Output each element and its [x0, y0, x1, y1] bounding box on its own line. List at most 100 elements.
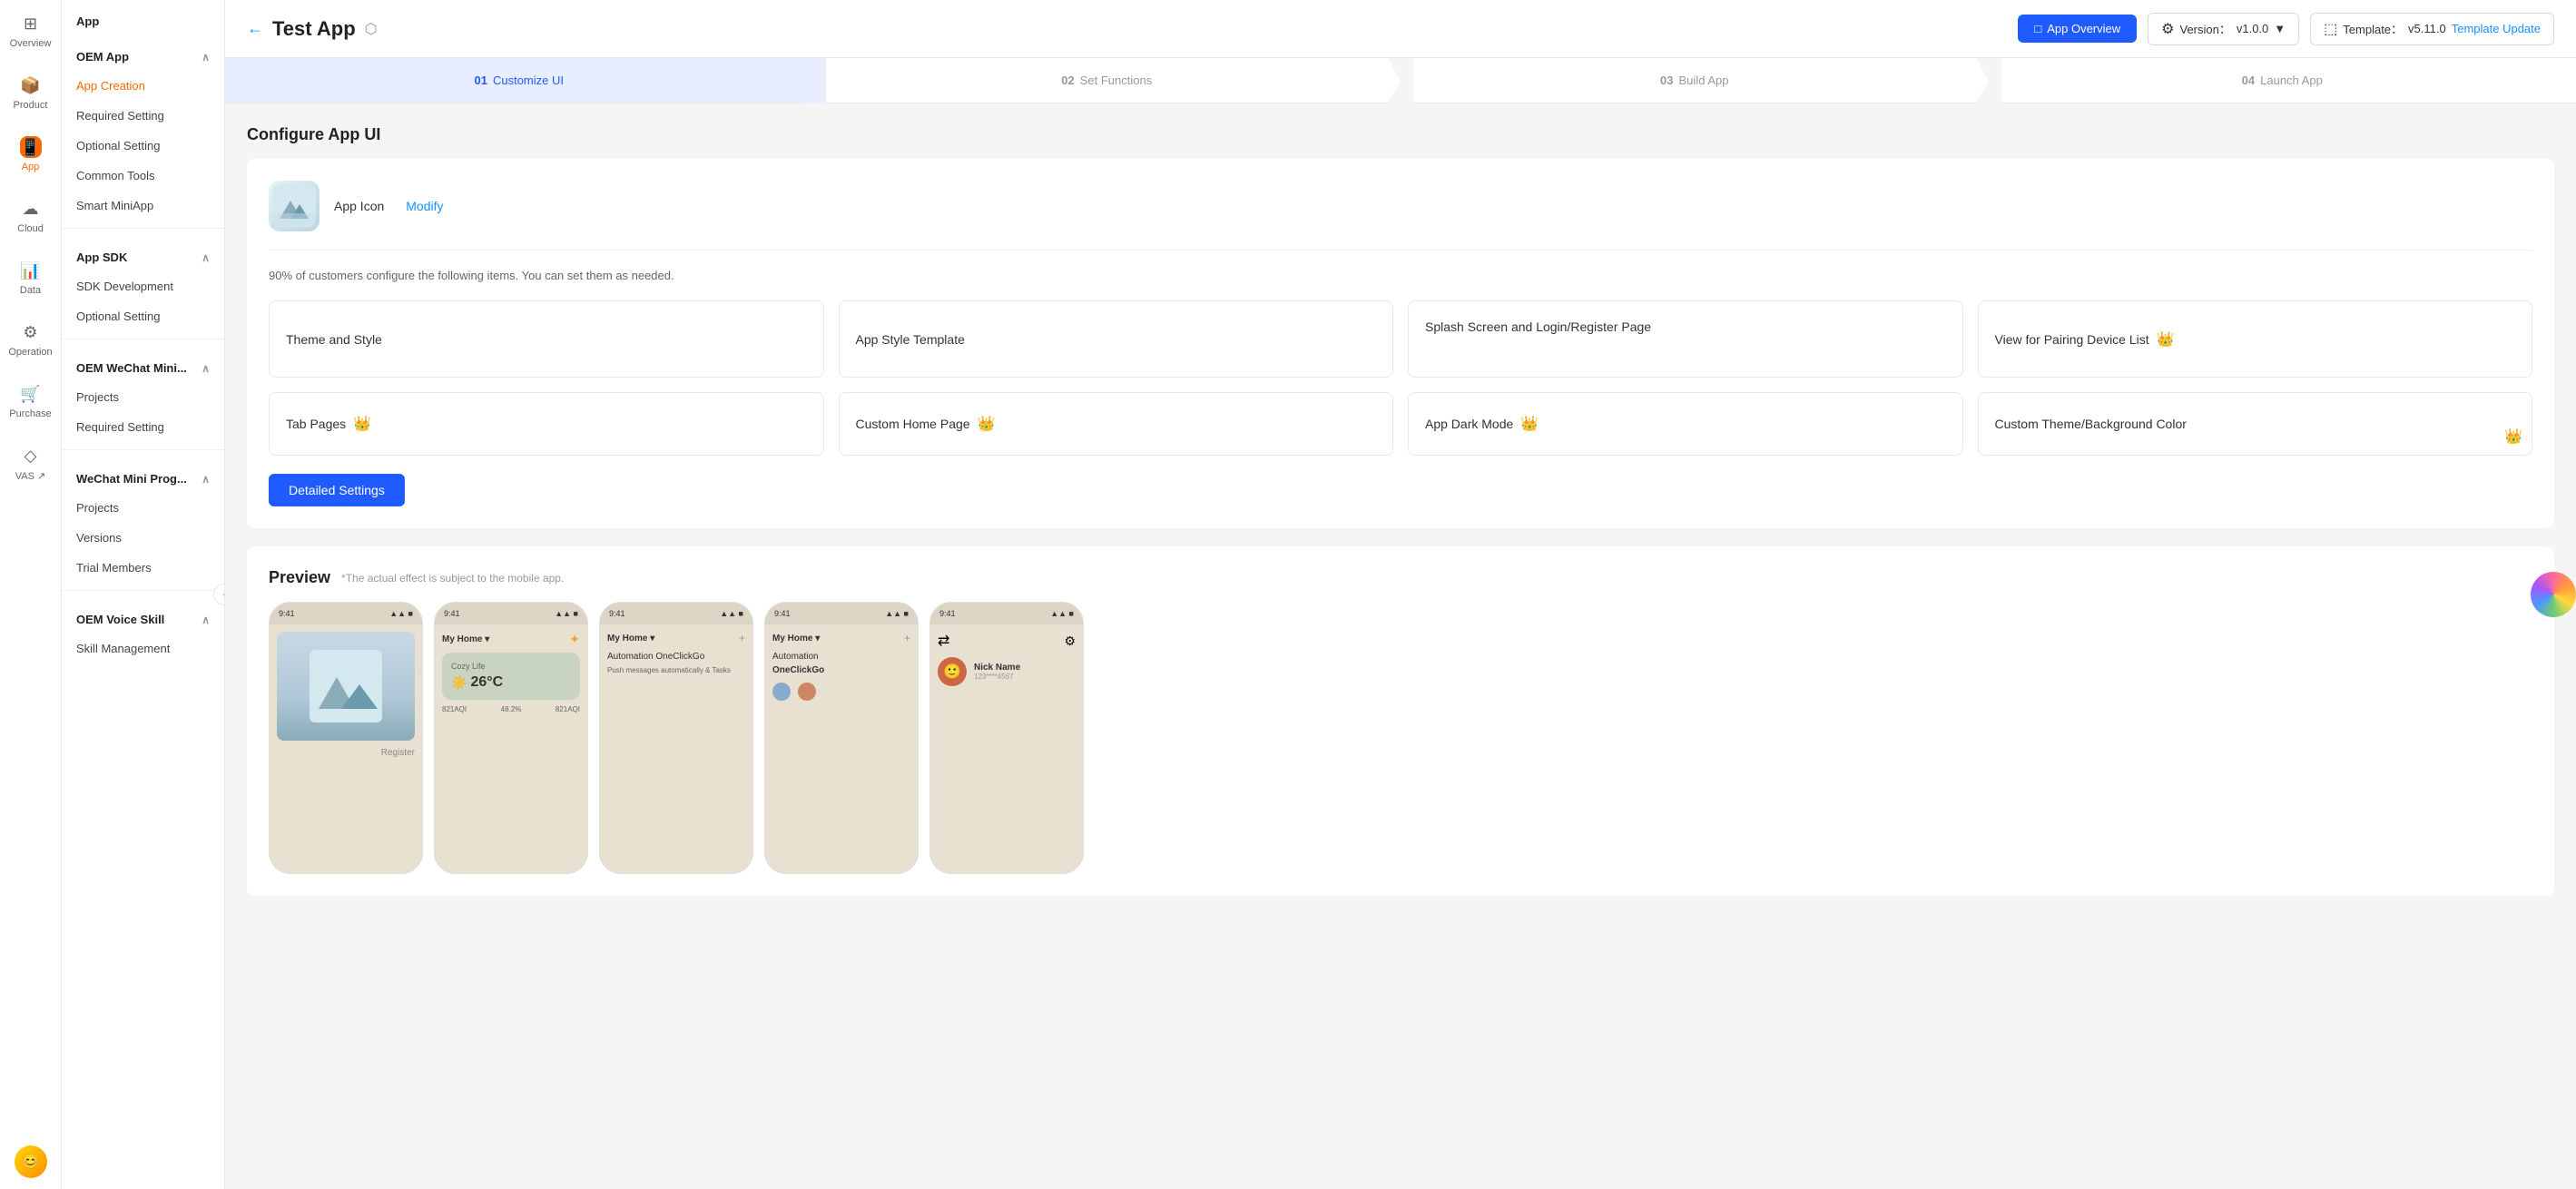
step2-label: Set Functions [1080, 74, 1153, 87]
template-update-link[interactable]: Template Update [2452, 22, 2541, 35]
phone2-temp: 26°C [470, 674, 503, 691]
phone5-id: 123****4567 [974, 673, 1020, 681]
nav-oem-app-header[interactable]: OEM App ∧ [62, 35, 224, 71]
preview-note: *The actual effect is subject to the mob… [341, 572, 564, 585]
nav-section-oem-app: App [62, 0, 224, 35]
sidebar-item-cloud[interactable]: ☁ Cloud [0, 185, 61, 247]
version-selector[interactable]: ⚙ Version： v1.0.0 ▼ [2148, 13, 2299, 45]
nav-item-optional-setting[interactable]: Optional Setting [62, 131, 224, 161]
phone-mockup-3: 9:41 ▲▲ ■ My Home ▾ + Automation OneClic… [599, 602, 753, 874]
phone3-time: 9:41 [609, 609, 625, 618]
nav-wechat-prog-header[interactable]: WeChat Mini Prog... ∧ [62, 457, 224, 493]
phone2-star-icon: ✦ [569, 632, 580, 647]
phone4-dots [772, 683, 910, 701]
sidebar-item-purchase[interactable]: 🛒 Purchase [0, 370, 61, 432]
phone5-avatar-row: 🙂 Nick Name 123****4567 [938, 657, 1076, 686]
nav-item-required-setting[interactable]: Required Setting [62, 101, 224, 131]
option-view-pairing[interactable]: View for Pairing Device List 👑 [1978, 300, 2533, 378]
option-tab-pages-label: Tab Pages [286, 417, 346, 431]
nav-item-skill-management[interactable]: Skill Management [62, 634, 224, 663]
app-icon-image [269, 181, 320, 231]
step2-num: 02 [1061, 74, 1074, 87]
phone2-sun-icon: ☀️ [451, 675, 467, 691]
phone5-time: 9:41 [939, 609, 956, 618]
phone4-add-icon: + [904, 632, 910, 644]
option-view-pairing-label: View for Pairing Device List [1995, 332, 2149, 347]
page-title: Configure App UI [247, 125, 2554, 144]
sidebar-item-product[interactable]: 📦 Product [0, 62, 61, 123]
sidebar-item-vas[interactable]: ◇ VAS ↗ [0, 432, 61, 495]
modify-link[interactable]: Modify [406, 199, 443, 213]
nav-item-common-tools[interactable]: Common Tools [62, 161, 224, 191]
phone3-home-label: My Home ▾ [607, 634, 654, 644]
option-tab-pages[interactable]: Tab Pages 👑 [269, 392, 824, 456]
step4-num: 04 [2242, 74, 2255, 87]
step-build-app[interactable]: 03 Build App [1401, 58, 1989, 103]
option-custom-theme-bg-label: Custom Theme/Background Color [1995, 417, 2187, 431]
option-app-dark-mode[interactable]: App Dark Mode 👑 [1408, 392, 1963, 456]
phone-mockup-2: 9:41 ▲▲ ■ My Home ▾ ✦ Cozy Life ☀️ 26° [434, 602, 588, 874]
app-overview-button[interactable]: □ App Overview [2018, 15, 2137, 43]
crown-icon-custom-home: 👑 [978, 415, 996, 433]
nav-app-sdk-header[interactable]: App SDK ∧ [62, 236, 224, 271]
template-selector[interactable]: ⬚ Template： v5.11.0 Template Update [2310, 13, 2554, 45]
sidebar-item-app[interactable]: 📱 App [0, 123, 61, 185]
phone2-cozy-label: Cozy Life [451, 662, 571, 671]
phone4-signals: ▲▲ ■ [885, 609, 909, 618]
nav-oem-app-label: OEM App [76, 50, 129, 64]
step-customize-ui[interactable]: 01 Customize UI [225, 58, 813, 103]
nav-item-smart-miniapp[interactable]: Smart MiniApp [62, 191, 224, 221]
phone1-image-svg [310, 650, 382, 722]
options-grid: Theme and Style App Style Template Splas… [269, 300, 2532, 456]
phone5-swap-icon: ⇄ [938, 632, 949, 650]
app-icon-svg [272, 184, 316, 228]
nav-divider-1 [62, 228, 224, 229]
phone2-header: My Home ▾ ✦ [442, 632, 580, 647]
nav-section-oem-app-label: App [76, 15, 99, 28]
app-title-dropdown[interactable]: ⬡ [365, 20, 378, 38]
phone1-signals: ▲▲ ■ [389, 609, 413, 618]
sidebar-item-overview[interactable]: ⊞ Overview [0, 0, 61, 62]
phone4-content: My Home ▾ + Automation OneClickGo [765, 624, 918, 873]
version-dropdown-icon[interactable]: ▼ [2274, 22, 2286, 35]
nav-item-wechat-required[interactable]: Required Setting [62, 412, 224, 442]
phone5-header: ⇄ ⚙ [938, 632, 1076, 650]
option-custom-home[interactable]: Custom Home Page 👑 [839, 392, 1394, 456]
nav-oem-voice-header[interactable]: OEM Voice Skill ∧ [62, 598, 224, 634]
user-avatar[interactable]: 😊 [15, 1145, 47, 1178]
option-app-style-template[interactable]: App Style Template [839, 300, 1394, 378]
option-theme-style[interactable]: Theme and Style [269, 300, 824, 378]
nav-item-prog-projects[interactable]: Projects [62, 493, 224, 523]
option-splash-login[interactable]: Splash Screen and Login/Register Page [1408, 300, 1963, 378]
step1-num: 01 [475, 74, 487, 87]
nav-item-app-creation[interactable]: App Creation [62, 71, 224, 101]
nav-item-prog-versions[interactable]: Versions [62, 523, 224, 553]
nav-item-wechat-projects[interactable]: Projects [62, 382, 224, 412]
phone1-time: 9:41 [279, 609, 295, 618]
nav-item-sdk-optional[interactable]: Optional Setting [62, 301, 224, 331]
phone5-status-bar: 9:41 ▲▲ ■ [930, 603, 1083, 624]
phone3-push-label: Push messages automatically & Tasks [607, 665, 745, 675]
phone4-dot1 [772, 683, 791, 701]
option-custom-theme-bg[interactable]: Custom Theme/Background Color 👑 [1978, 392, 2533, 456]
phone2-aqi2: 821AQI [556, 705, 580, 713]
step-launch-app[interactable]: 04 Launch App [1989, 58, 2576, 103]
step4-label: Launch App [2260, 74, 2323, 87]
sidebar-label-product: Product [14, 100, 48, 111]
nav-item-sdk-development[interactable]: SDK Development [62, 271, 224, 301]
detailed-settings-button[interactable]: Detailed Settings [269, 474, 405, 506]
phone2-temp-row: ☀️ 26°C [451, 674, 571, 691]
nav-divider-4 [62, 590, 224, 591]
main-content: ← Test App ⬡ □ App Overview ⚙ Version： v… [225, 0, 2576, 1189]
nav-oem-wechat-header[interactable]: OEM WeChat Mini... ∧ [62, 347, 224, 382]
back-button[interactable]: ← [247, 19, 263, 38]
nav-oem-voice-chevron: ∧ [202, 614, 210, 626]
option-custom-home-label: Custom Home Page [856, 417, 970, 431]
phone1-status-bar: 9:41 ▲▲ ■ [270, 603, 422, 624]
sidebar-item-operation[interactable]: ⚙ Operation [0, 309, 61, 370]
nav-item-prog-trial[interactable]: Trial Members [62, 553, 224, 583]
version-icon: ⚙ [2161, 20, 2174, 38]
step-set-functions[interactable]: 02 Set Functions [813, 58, 1401, 103]
page-body: Configure App UI App Icon Modify 90% of [225, 103, 2576, 1189]
sidebar-item-data[interactable]: 📊 Data [0, 247, 61, 309]
